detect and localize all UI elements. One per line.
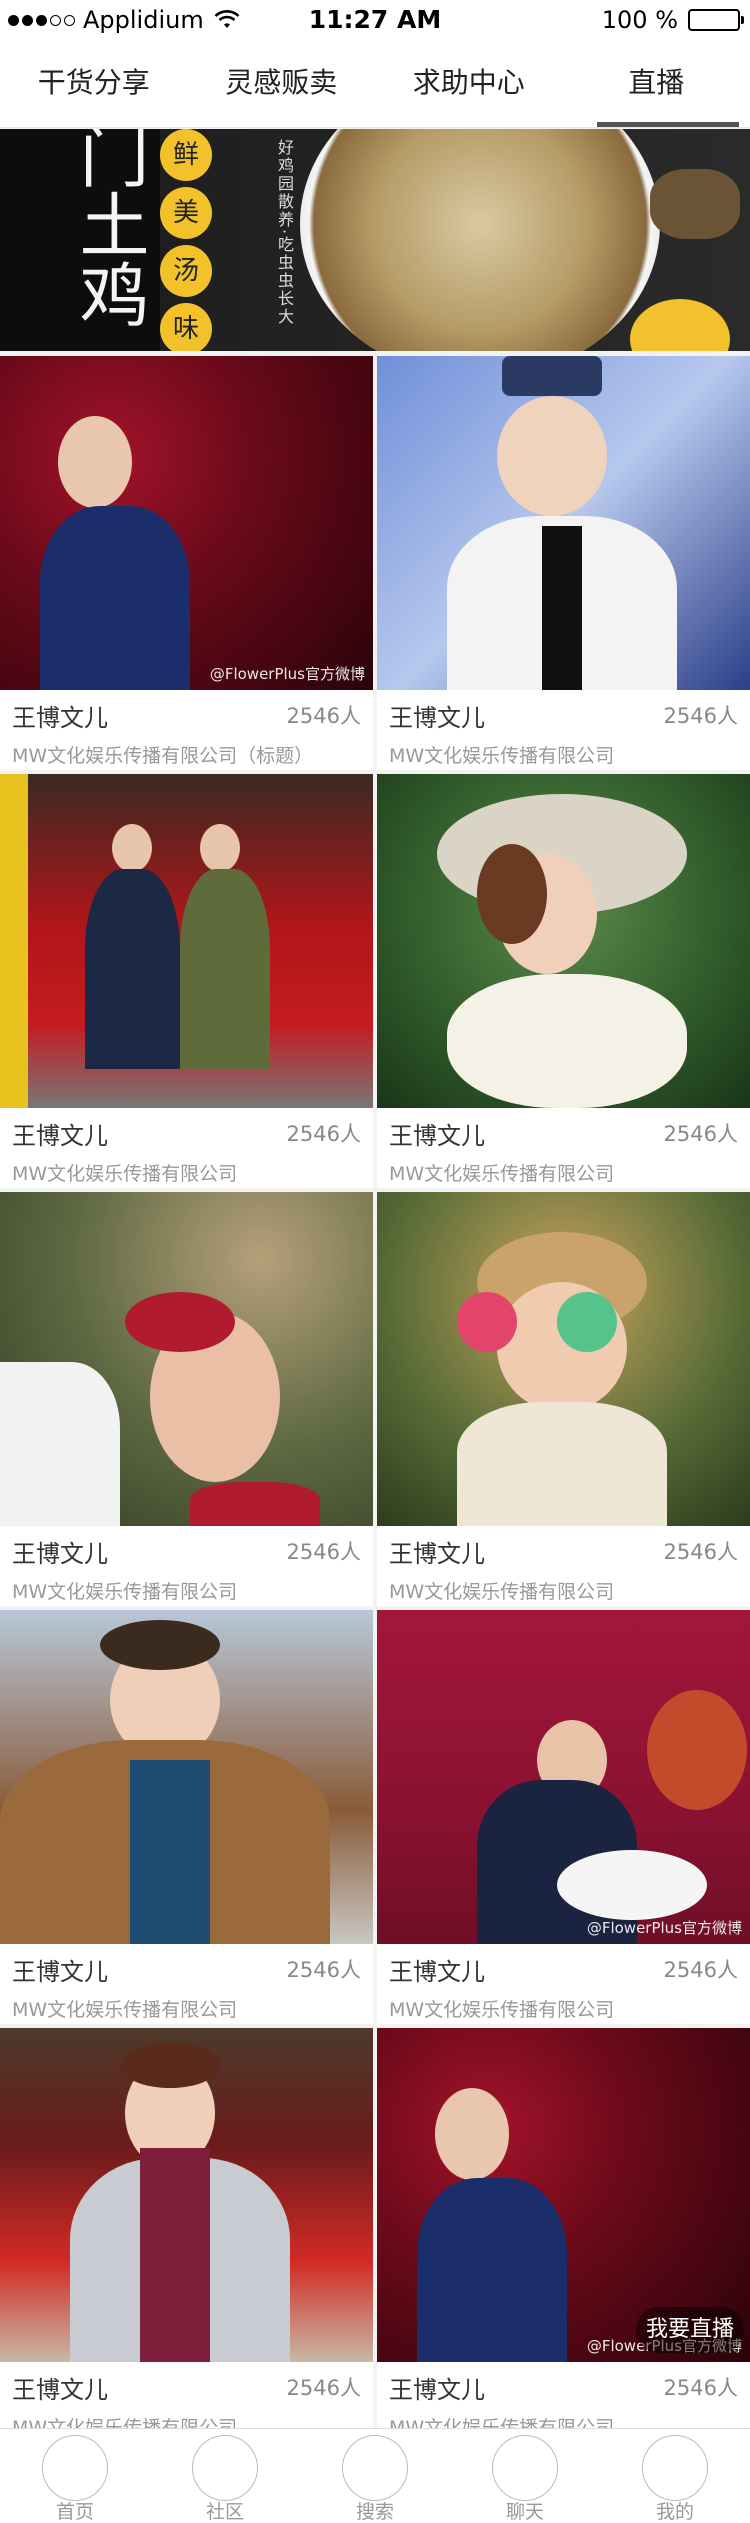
banner-lemon [630,299,730,351]
nav-label: 聊天 [505,2501,544,2523]
banner-badge: 汤 [160,245,212,297]
live-card[interactable]: 王博文儿 2546人 MW文化娱乐传播有限公司 [377,356,750,770]
profile-icon [642,2435,708,2501]
live-cover-image [0,1610,373,1944]
viewer-count: 2546人 [286,1958,361,1982]
company-name: MW文化娱乐传播有限公司 [389,1999,615,2021]
bottom-nav: 首页 社区 搜索 聊天 我的 [0,2428,750,2523]
viewer-count: 2546人 [663,2376,738,2400]
live-cover-image [377,356,750,690]
status-bar: Applidium 11:27 AM 100 % [0,0,750,40]
chat-icon [492,2435,558,2501]
company-name: MW文化娱乐传播有限公司 [389,745,615,767]
viewer-count: 2546人 [663,1540,738,1564]
live-cover-image [0,1192,373,1526]
banner-badge: 味 [160,303,212,351]
live-card[interactable]: 王博文儿 2546人 MW文化娱乐传播有限公司 [377,1192,750,1606]
viewer-count: 2546人 [663,704,738,728]
watermark: @FlowerPlus官方微博 [209,665,365,683]
nav-community[interactable]: 社区 [150,2429,300,2523]
top-tabs: 干货分享 灵感贩卖 求助中心 直播 [0,40,750,128]
live-cover-image: @FlowerPlus官方微博 [0,356,373,690]
company-name: MW文化娱乐传播有限公司 [389,1581,615,1603]
nav-label: 社区 [205,2501,244,2523]
nav-search[interactable]: 搜索 [300,2429,450,2523]
company-name: MW文化娱乐传播有限公司 [389,1163,615,1185]
go-live-button[interactable]: 我要直播 [635,2307,744,2353]
nav-label: 搜索 [355,2501,394,2523]
live-cover-image [377,1192,750,1526]
tab-help-center[interactable]: 求助中心 [375,40,563,127]
nav-profile[interactable]: 我的 [600,2429,750,2523]
nav-label: 我的 [655,2501,694,2523]
community-icon [192,2435,258,2501]
live-cover-image [0,774,373,1108]
search-icon [342,2435,408,2501]
battery-icon [688,9,744,31]
banner-badge: 美 [160,187,212,239]
watermark: @FlowerPlus官方微博 [586,1919,742,1937]
viewer-count: 2546人 [286,1122,361,1146]
banner-vertical-text: 好鸡园散养·吃虫虫长大 [275,139,294,327]
home-icon [42,2435,108,2501]
company-name: MW文化娱乐传播有限公司 [12,1581,238,1603]
banner-image[interactable]: 门土鸡 鲜 美 汤 味 好鸡园散养·吃虫虫长大 [0,129,750,351]
tab-live[interactable]: 直播 [563,40,750,127]
live-card[interactable]: 王博文儿 2546人 MW文化娱乐传播有限公司 [0,2028,373,2442]
banner-spice [650,169,740,239]
viewer-count: 2546人 [663,1958,738,1982]
banner-badge: 鲜 [160,129,212,181]
live-card[interactable]: @FlowerPlus官方微博 王博文儿 2546人 MW文化娱乐传播有限公司 [377,1610,750,2024]
live-card[interactable]: 王博文儿 2546人 MW文化娱乐传播有限公司 [0,1192,373,1606]
banner-big-text: 门土鸡 [68,129,150,329]
banner-dish [300,129,660,351]
viewer-count: 2546人 [286,704,361,728]
company-name: MW文化娱乐传播有限公司（标题） [12,745,314,767]
nav-chat[interactable]: 聊天 [450,2429,600,2523]
live-card[interactable]: @FlowerPlus官方微博 王博文儿 2546人 MW文化娱乐传播有限公司 [377,2028,750,2442]
tab-inspiration[interactable]: 灵感贩卖 [188,40,376,127]
live-card[interactable]: 王博文儿 2546人 MW文化娱乐传播有限公司 [0,774,373,1188]
battery-percent: 100 % [601,6,678,34]
viewer-count: 2546人 [663,1122,738,1146]
company-name: MW文化娱乐传播有限公司 [12,1163,238,1185]
viewer-count: 2546人 [286,1540,361,1564]
live-card[interactable]: @FlowerPlus官方微博 王博文儿 2546人 MW文化娱乐传播有限公司（… [0,356,373,770]
tab-dry-goods[interactable]: 干货分享 [0,40,188,127]
live-cover-image [377,774,750,1108]
banner-badges: 鲜 美 汤 味 [160,129,212,351]
nav-home[interactable]: 首页 [0,2429,150,2523]
live-cover-image: @FlowerPlus官方微博 [377,1610,750,1944]
company-name: MW文化娱乐传播有限公司 [12,1999,238,2021]
nav-label: 首页 [55,2501,94,2523]
live-card[interactable]: 王博文儿 2546人 MW文化娱乐传播有限公司 [377,774,750,1188]
battery: 100 % [601,6,744,34]
live-cover-image [0,2028,373,2362]
live-card[interactable]: 王博文儿 2546人 MW文化娱乐传播有限公司 [0,1610,373,2024]
viewer-count: 2546人 [286,2376,361,2400]
